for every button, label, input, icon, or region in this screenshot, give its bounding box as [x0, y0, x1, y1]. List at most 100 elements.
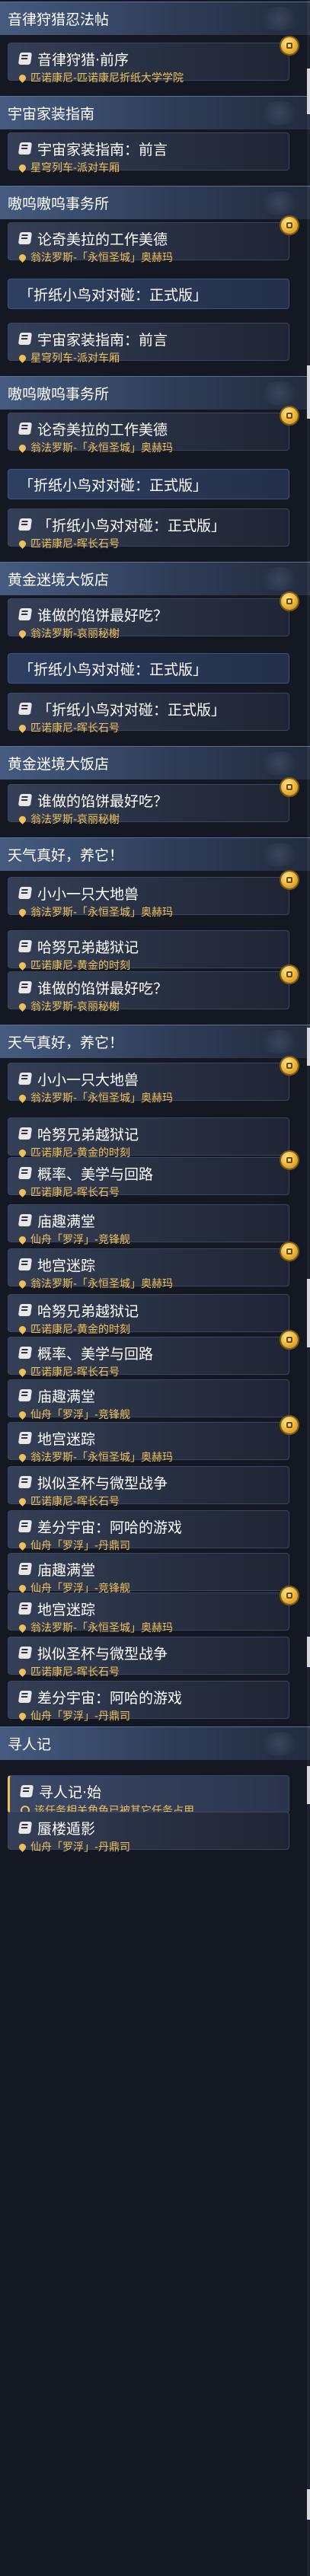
mission-location: 仙舟「罗浮」-丹鼎司	[30, 1841, 131, 1854]
mission-card[interactable]: 论奇美拉的工作美德 翁法罗斯-「永恒圣城」奥赫玛	[8, 215, 299, 264]
quest-icon	[18, 794, 33, 806]
scrollbar-thumb[interactable]	[307, 1766, 310, 1804]
mission-title: 拟似圣杯与微型战争	[37, 1475, 168, 1492]
mission-card[interactable]: 小小一只大地兽翁法罗斯-「永恒圣城」奥赫玛	[8, 1056, 299, 1105]
section-header-title: 寻人记	[8, 1736, 52, 1753]
location-pin-icon	[18, 1187, 27, 1197]
quest-icon	[18, 1073, 33, 1085]
mission-card[interactable]: 蜃楼遁影 仙舟「罗浮」-丹鼎司	[8, 1812, 289, 1854]
location-pin-icon	[18, 162, 27, 173]
location-pin-icon	[18, 1622, 27, 1633]
mission-card[interactable]: 论奇美拉的工作美德 翁法罗斯-「永恒圣城」奥赫玛	[8, 406, 299, 454]
mission-card[interactable]: 哈努兄弟越狱记 匹诺康尼-黄金的时刻	[8, 1294, 289, 1336]
reward-badge-icon	[280, 406, 299, 426]
scrollbar-thumb[interactable]	[307, 1637, 310, 1667]
quest-icon	[18, 518, 33, 531]
mission-banner[interactable]: 「折纸小鸟对对碰：正式版」	[8, 469, 289, 499]
mission-card[interactable]: 哈努兄弟越狱记 匹诺康尼-黄金的时刻	[8, 1117, 289, 1159]
quest-icon	[18, 1476, 33, 1488]
mission-card[interactable]: 「折纸小鸟对对碰：正式版」 匹诺康尼-晖长石号	[8, 509, 289, 550]
mission-card[interactable]: 差分宇宙：阿哈的游戏 仙舟「罗浮」-丹鼎司	[8, 1681, 289, 1723]
mission-card[interactable]: 地宫迷踪 翁法罗斯-「永恒圣城」奥赫玛	[8, 1415, 299, 1464]
mission-banner[interactable]: 「折纸小鸟对对碰：正式版」	[8, 279, 289, 309]
scrollbar-thumb[interactable]	[307, 1028, 310, 1066]
mission-title: 拟似圣杯与微型战争	[37, 1645, 168, 1663]
mission-card[interactable]: 庙趣满堂 仙舟「罗浮」-竞锋舰	[8, 1379, 289, 1421]
scrollbar-thumb[interactable]	[307, 365, 310, 419]
mission-location: 翁法罗斯-哀丽秘榭	[30, 1001, 120, 1013]
mission-title: 概率、美学与回路	[37, 1345, 154, 1363]
reward-badge-icon	[280, 591, 299, 611]
mission-location: 翁法罗斯-哀丽秘榭	[30, 628, 120, 640]
location-pin-icon	[18, 1324, 27, 1334]
mission-card[interactable]: 小小一只大地兽 翁法罗斯-「永恒圣城」奥赫玛	[8, 870, 299, 919]
quest-icon	[18, 232, 33, 244]
mission-card[interactable]: 庙趣满堂 仙舟「罗浮」-竞锋舰	[8, 1553, 289, 1595]
mission-card[interactable]: 概率、美学与回路 匹诺康尼-晖长石号	[8, 1330, 299, 1379]
mission-title: 谁做的馅饼最好吃？	[37, 792, 168, 810]
scrollbar-thumb[interactable]	[307, 1279, 310, 1347]
section-header: 宇宙家装指南	[0, 96, 310, 129]
location-pin-icon	[18, 1278, 27, 1289]
mission-card[interactable]: 地宫迷踪 翁法罗斯-「永恒圣城」奥赫玛	[8, 1586, 299, 1634]
reward-badge-icon	[280, 1415, 299, 1435]
quest-icon	[18, 422, 33, 435]
location-pin-icon	[18, 1710, 27, 1721]
mission-card[interactable]: 「折纸小鸟对对碰：正式版」 匹诺康尼-晖长石号	[8, 693, 289, 735]
quest-icon	[18, 1563, 33, 1575]
mission-location: 仙舟「罗浮」-丹鼎司	[30, 1540, 131, 1552]
mission-card[interactable]: 概率、美学与回路 匹诺康尼-晖长石号	[8, 1150, 299, 1199]
reward-badge-icon	[280, 1056, 299, 1076]
quest-icon	[18, 53, 33, 65]
mission-title: 地宫迷踪	[37, 1257, 96, 1274]
mission-title: 谁做的馅饼最好吃？	[37, 980, 168, 997]
mission-banner-title: 「折纸小鸟对对碰：正式版」	[19, 477, 208, 494]
mission-card[interactable]: 谁做的馅饼最好吃？ 翁法罗斯-哀丽秘榭	[8, 591, 299, 640]
scrollbar-thumb[interactable]	[307, 2489, 310, 2520]
location-pin-icon	[18, 1666, 27, 1677]
mission-card[interactable]: 谁做的馅饼最好吃？ 翁法罗斯-哀丽秘榭	[8, 777, 299, 826]
mission-location: 仙舟「罗浮」-丹鼎司	[30, 1710, 131, 1723]
mission-card[interactable]: 拟似圣杯与微型战争 匹诺康尼-晖长石号	[8, 1637, 289, 1679]
location-pin-icon	[18, 1841, 27, 1852]
quest-icon	[18, 703, 33, 715]
mission-card[interactable]: 音律狩猎·前序 匹诺康尼-匹诺康尼折纸大学学院	[8, 36, 299, 84]
quest-icon	[18, 887, 33, 899]
mission-title: 差分宇宙：阿哈的游戏	[37, 1519, 183, 1536]
quest-icon	[18, 981, 33, 993]
mission-card[interactable]: 谁做的馅饼最好吃？ 翁法罗斯-哀丽秘榭	[8, 964, 299, 1013]
location-pin-icon	[18, 538, 27, 549]
mission-location: 匹诺康尼-晖长石号	[30, 1187, 120, 1199]
mission-card[interactable]: 寻人记·始 该任务相关角色已被其它任务占用	[8, 1775, 289, 1817]
mission-banner[interactable]: 「折纸小鸟对对碰：正式版」	[8, 653, 289, 684]
section-header-title: 黄金迷境大饭店	[8, 572, 110, 588]
mission-card[interactable]: 哈努兄弟越狱记 匹诺康尼-黄金的时刻	[8, 930, 289, 972]
section-header: 天气真好，养它！	[0, 1025, 310, 1058]
quest-icon	[18, 1167, 33, 1179]
mission-card[interactable]: 地宫迷踪 翁法罗斯-「永恒圣城」奥赫玛	[8, 1242, 299, 1290]
mission-banner-title: 「折纸小鸟对对碰：正式版」	[19, 661, 208, 678]
mission-card[interactable]: 差分宇宙：阿哈的游戏仙舟「罗浮」-丹鼎司	[8, 1510, 289, 1552]
section-header: 嗷呜嗷呜事务所	[0, 186, 310, 219]
quest-icon	[18, 1432, 33, 1444]
location-pin-icon	[18, 1366, 27, 1377]
mission-location: 匹诺康尼-晖长石号	[30, 538, 120, 550]
mission-card[interactable]: 庙趣满堂 仙舟「罗浮」-竞锋舰	[8, 1204, 289, 1246]
mission-location: 翁法罗斯-「永恒圣城」奥赫玛	[30, 442, 174, 454]
mission-card[interactable]: 宇宙家装指南：前言 星穹列车-派对车厢	[8, 132, 289, 174]
location-pin-icon	[18, 1540, 27, 1551]
location-pin-icon	[18, 907, 27, 917]
section-header: 音律狩猎忍法帖	[0, 2, 310, 35]
scrollbar[interactable]	[307, 0, 310, 2576]
location-pin-icon	[18, 1409, 27, 1420]
scrollbar-thumb[interactable]	[307, 69, 310, 114]
section-header-title: 嗷呜嗷呜事务所	[8, 196, 110, 212]
mission-card[interactable]: 拟似圣杯与微型战争匹诺康尼-晖长石号	[8, 1466, 289, 1508]
mission-location: 匹诺康尼-晖长石号	[30, 1496, 120, 1508]
mission-list: 音律狩猎忍法帖 音律狩猎·前序 匹诺康尼-匹诺康尼折纸大学学院 宇宙家装指南 宇宙家装指…	[0, 0, 310, 2576]
quest-icon	[18, 142, 33, 155]
mission-title: 小小一只大地兽	[37, 1071, 139, 1089]
quest-icon	[18, 1127, 33, 1140]
mission-location: 翁法罗斯-「永恒圣城」奥赫玛	[30, 1092, 174, 1105]
mission-card[interactable]: 宇宙家装指南：前言 星穹列车-派对车厢	[8, 323, 289, 365]
